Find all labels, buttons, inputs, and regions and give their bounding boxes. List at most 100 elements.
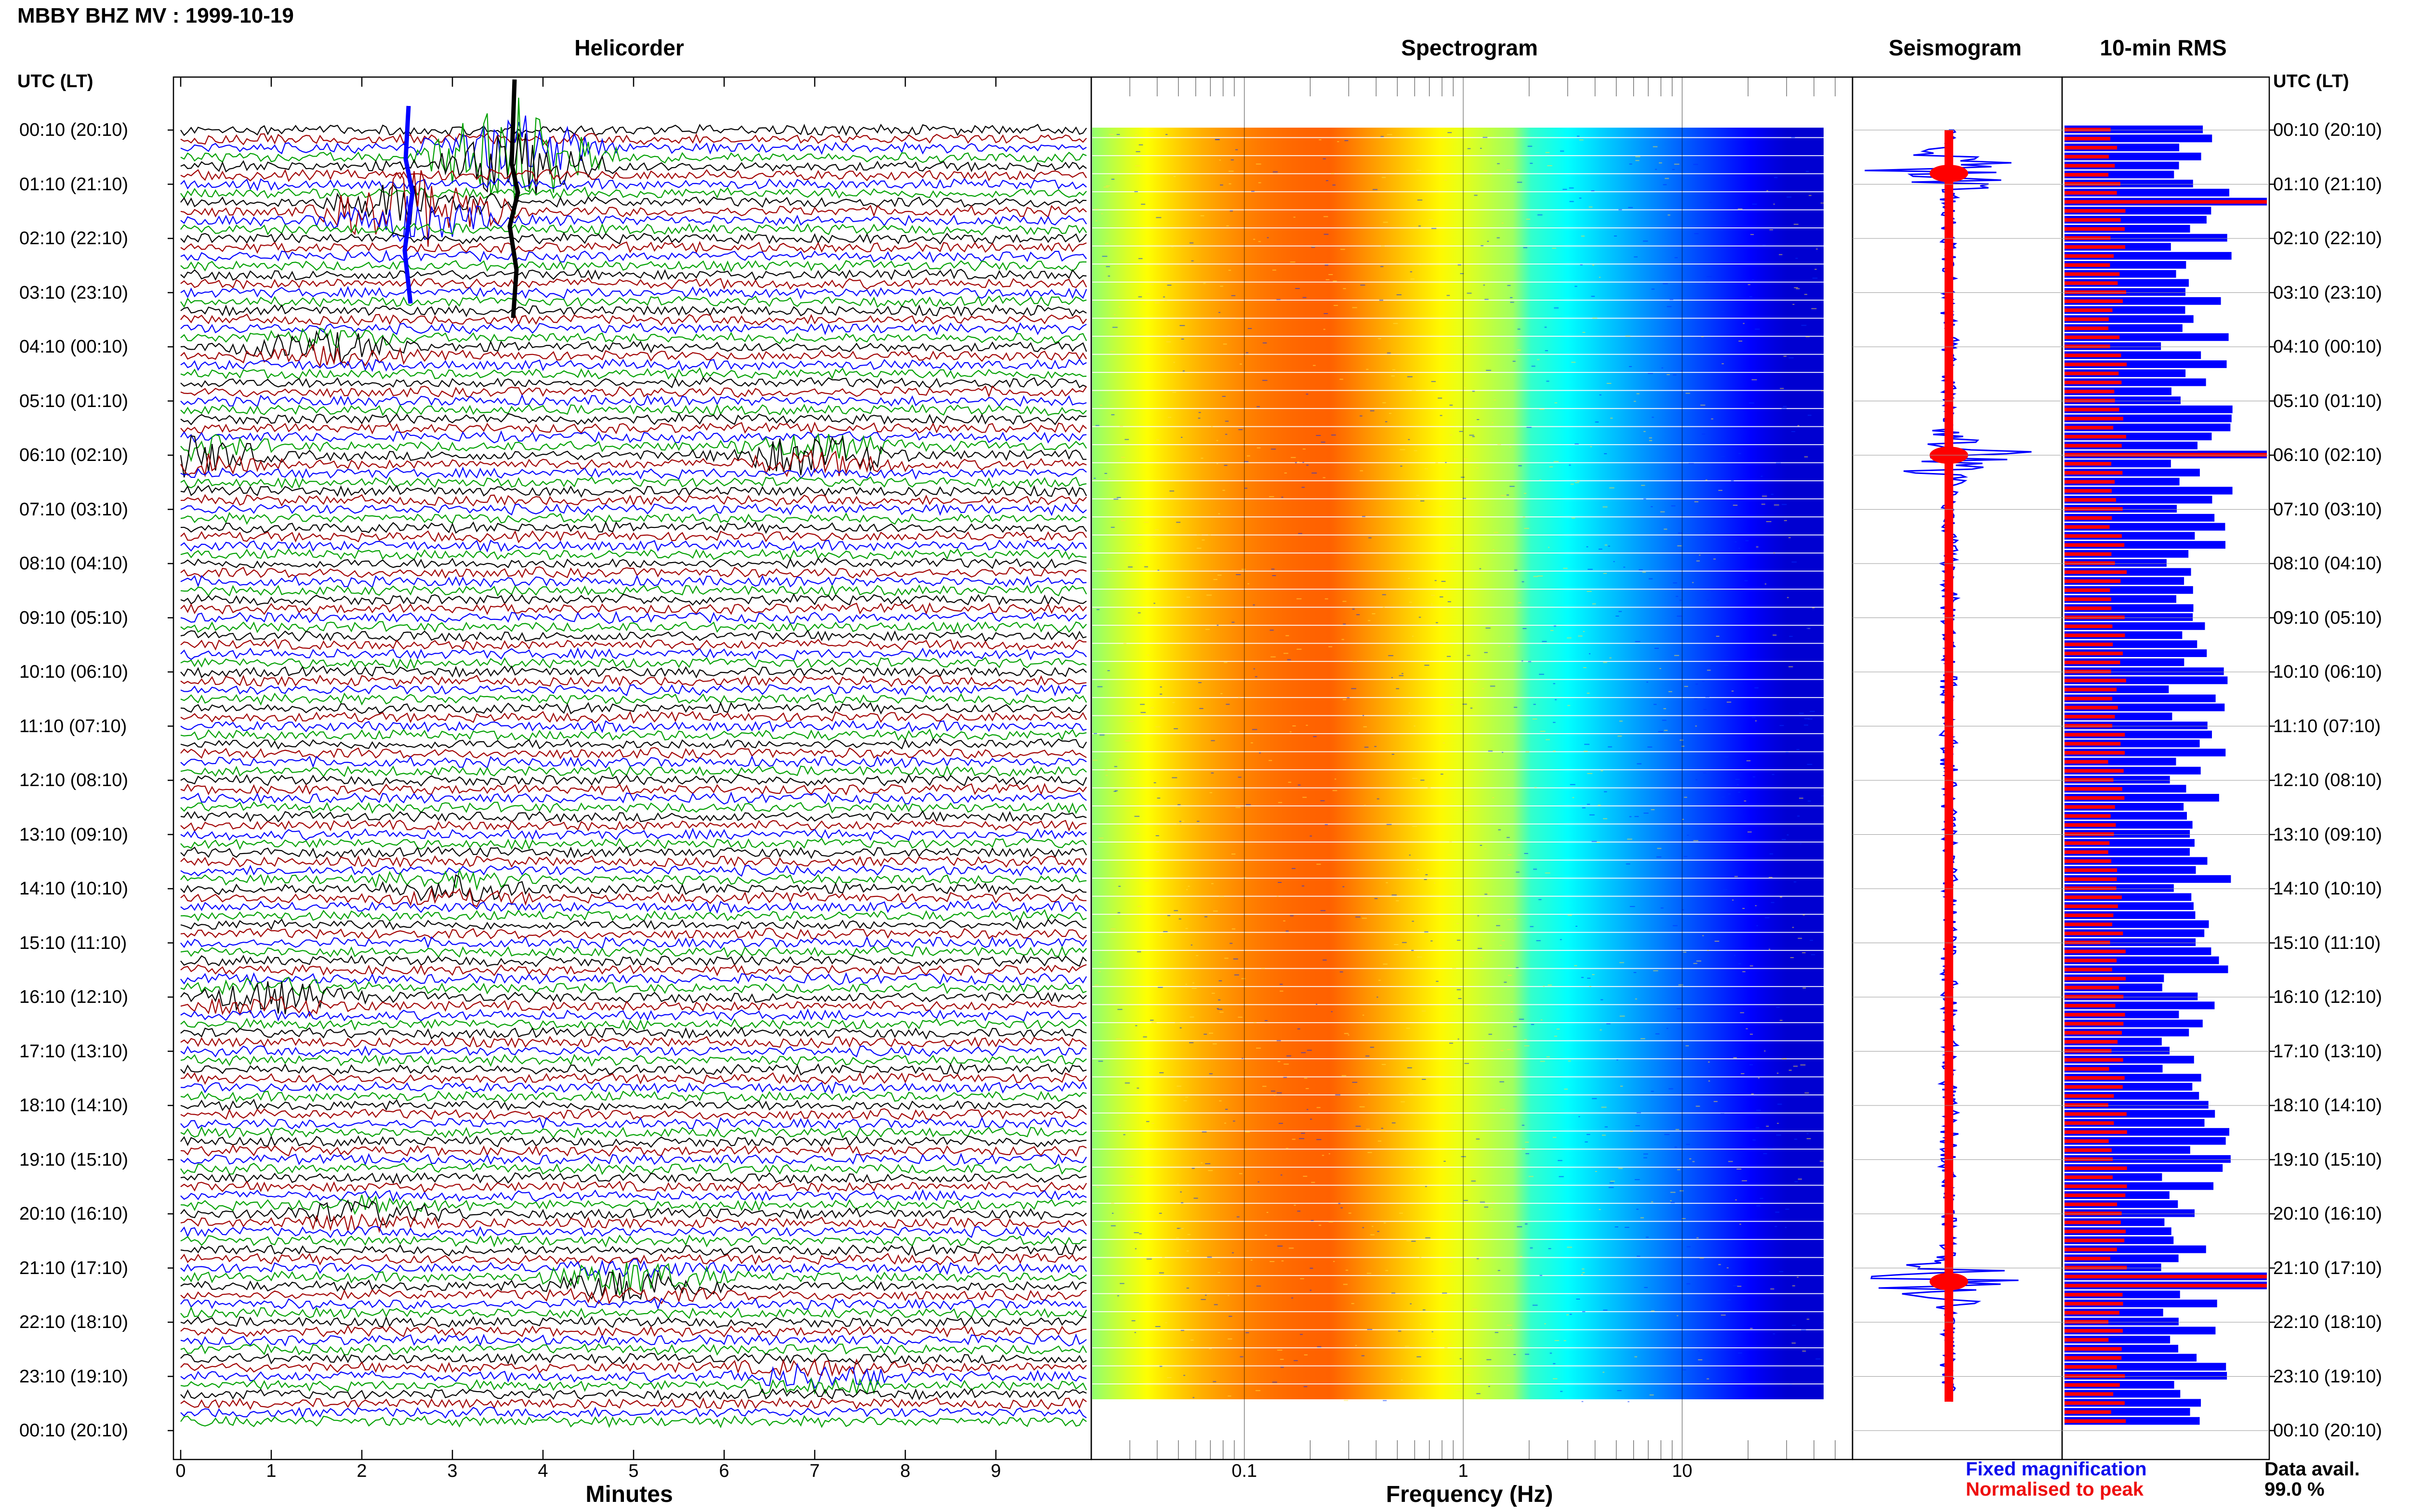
spectrogram-speckle (1355, 916, 1361, 918)
spectrogram-speckle (1343, 623, 1346, 625)
spectrogram-speckle (1311, 1182, 1315, 1183)
spectrogram-speckle (1531, 1024, 1535, 1025)
spectrogram-speckle (1401, 1101, 1405, 1103)
spectrogram-speckle (1635, 156, 1641, 158)
spectrogram-speckle (1723, 756, 1729, 758)
time-label-right: 15:10 (11:10) (2273, 933, 2381, 953)
spectrogram-row-gap (1092, 534, 1824, 536)
spectrogram-speckle (1332, 184, 1336, 186)
spectrogram-speckle (1179, 1228, 1184, 1229)
spectrogram-speckle (1216, 440, 1218, 441)
spectrogram-speckle (1663, 708, 1667, 710)
spectrogram-speckle (1157, 971, 1159, 972)
rms-bar-normalised (2065, 426, 2114, 430)
spectrogram-speckle (1340, 249, 1345, 250)
rms-bar-normalised (2065, 841, 2110, 845)
rms-bar-normalised (2065, 742, 2121, 746)
spectrogram-speckle (1677, 1315, 1679, 1316)
spectrogram-speckle (1224, 662, 1228, 663)
spectrogram-speckle (1820, 1160, 1824, 1162)
rms-bar-normalised (2065, 850, 2108, 854)
spectrogram-speckle (1411, 1240, 1416, 1242)
spectrogram-speckle (1655, 1033, 1660, 1035)
spectrogram-speckle (1668, 691, 1672, 692)
spectrogram-speckle (1683, 856, 1688, 857)
rms-bar-normalised (2065, 498, 2116, 502)
spectrogram-speckle (1323, 477, 1325, 478)
spectrogram-speckle (1272, 1381, 1277, 1383)
spectrogram-speckle (1424, 665, 1430, 666)
time-label-left: 16:10 (12:10) (19, 987, 129, 1007)
spectrogram-speckle (1143, 1036, 1147, 1038)
spectrogram-speckle (1726, 1267, 1729, 1269)
spectrogram-speckle (1262, 342, 1267, 343)
spectrogram-speckle (1383, 963, 1388, 965)
spectrogram-speckle (1782, 839, 1786, 840)
spectrogram-speckle (1297, 1210, 1301, 1212)
spectrogram-blank (1824, 128, 1853, 1428)
spectrogram-speckle (1156, 217, 1162, 218)
spectrogram-speckle (1494, 532, 1498, 533)
spectrogram-speckle (1499, 1081, 1504, 1082)
spectrogram-speckle (1487, 240, 1489, 242)
rms-bar-normalised (2065, 679, 2126, 683)
spectrogram-speckle (1425, 1237, 1430, 1238)
time-label-right: 02:10 (22:10) (2273, 228, 2383, 249)
spectrogram-speckle (1396, 294, 1402, 296)
spectrogram-speckle (1449, 434, 1453, 436)
spectrogram-speckle (1776, 1134, 1781, 1136)
spectrogram-speckle (1259, 752, 1261, 754)
legend-normalised-to-peak: Normalised to peak (1966, 1479, 2144, 1500)
rms-bar-normalised (2065, 408, 2119, 412)
spectrogram-speckle (1618, 1168, 1623, 1169)
spectrogram-speckle (1604, 544, 1608, 546)
spectrogram-speckle (1755, 720, 1757, 722)
spectrogram-speckle (1750, 1328, 1753, 1329)
spectrogram-speckle (1789, 1384, 1792, 1385)
spectrogram-speckle (1274, 1095, 1276, 1096)
spectrogram-speckle (1277, 1245, 1283, 1247)
spectrogram-speckle (1134, 615, 1138, 617)
spectrogram-speckle (1310, 1118, 1312, 1120)
spectrogram-speckle (1711, 418, 1713, 420)
spectrogram-speckle (1247, 583, 1249, 584)
spectrogram-speckle (1331, 1011, 1333, 1012)
spectrogram-speckle (1377, 1140, 1382, 1142)
spectrogram-speckle (1417, 199, 1423, 201)
spectrogram-speckle (1178, 918, 1181, 920)
spectrogram-speckle (1230, 943, 1233, 944)
rms-bar-normalised (2065, 254, 2114, 258)
spectrogram-speckle (1779, 1271, 1784, 1272)
spectrogram-speckle (1409, 602, 1412, 603)
spectrogram-speckle (1186, 1250, 1189, 1252)
spectrogram-speckle (1290, 915, 1294, 917)
spectrogram-speckle (1167, 284, 1172, 286)
spectrogram-speckle (1497, 1270, 1500, 1271)
spectrogram-speckle (1256, 1285, 1261, 1287)
spectrogram-speckle (1271, 448, 1276, 450)
spectrogram-speckle (1391, 1122, 1396, 1124)
spectrogram-speckle (1370, 1047, 1374, 1048)
spectrogram-speckle (1431, 1338, 1436, 1340)
spectrogram-speckle (1276, 895, 1279, 897)
rms-bar-normalised (2065, 480, 2115, 484)
spectrogram-speckle (1366, 1129, 1370, 1130)
spectrogram-speckle (1484, 848, 1486, 850)
spectrogram-speckle (1238, 776, 1242, 778)
spectrogram-speckle (1568, 1060, 1571, 1062)
spectrogram-speckle (1600, 1029, 1602, 1031)
spectrogram-speckle (1138, 296, 1142, 298)
spectrogram-speckle (1581, 1401, 1584, 1402)
spectrogram-row-gap (1092, 281, 1824, 283)
spectrogram-speckle (1391, 1292, 1396, 1294)
spectrogram-speckle (1499, 945, 1502, 946)
spectrogram-speckle (1634, 1356, 1638, 1357)
spectrogram-speckle (1151, 1022, 1157, 1024)
spectrogram-x-label: Frequency (Hz) (1386, 1482, 1553, 1507)
helicorder-x-tick-label: 6 (719, 1461, 729, 1481)
rms-bar-normalised (2065, 660, 2120, 665)
spectrogram-speckle (1536, 940, 1541, 941)
spectrogram-speckle (1456, 939, 1461, 941)
spectrogram-speckle (1518, 465, 1522, 467)
time-label-left: 04:10 (00:10) (19, 337, 129, 357)
